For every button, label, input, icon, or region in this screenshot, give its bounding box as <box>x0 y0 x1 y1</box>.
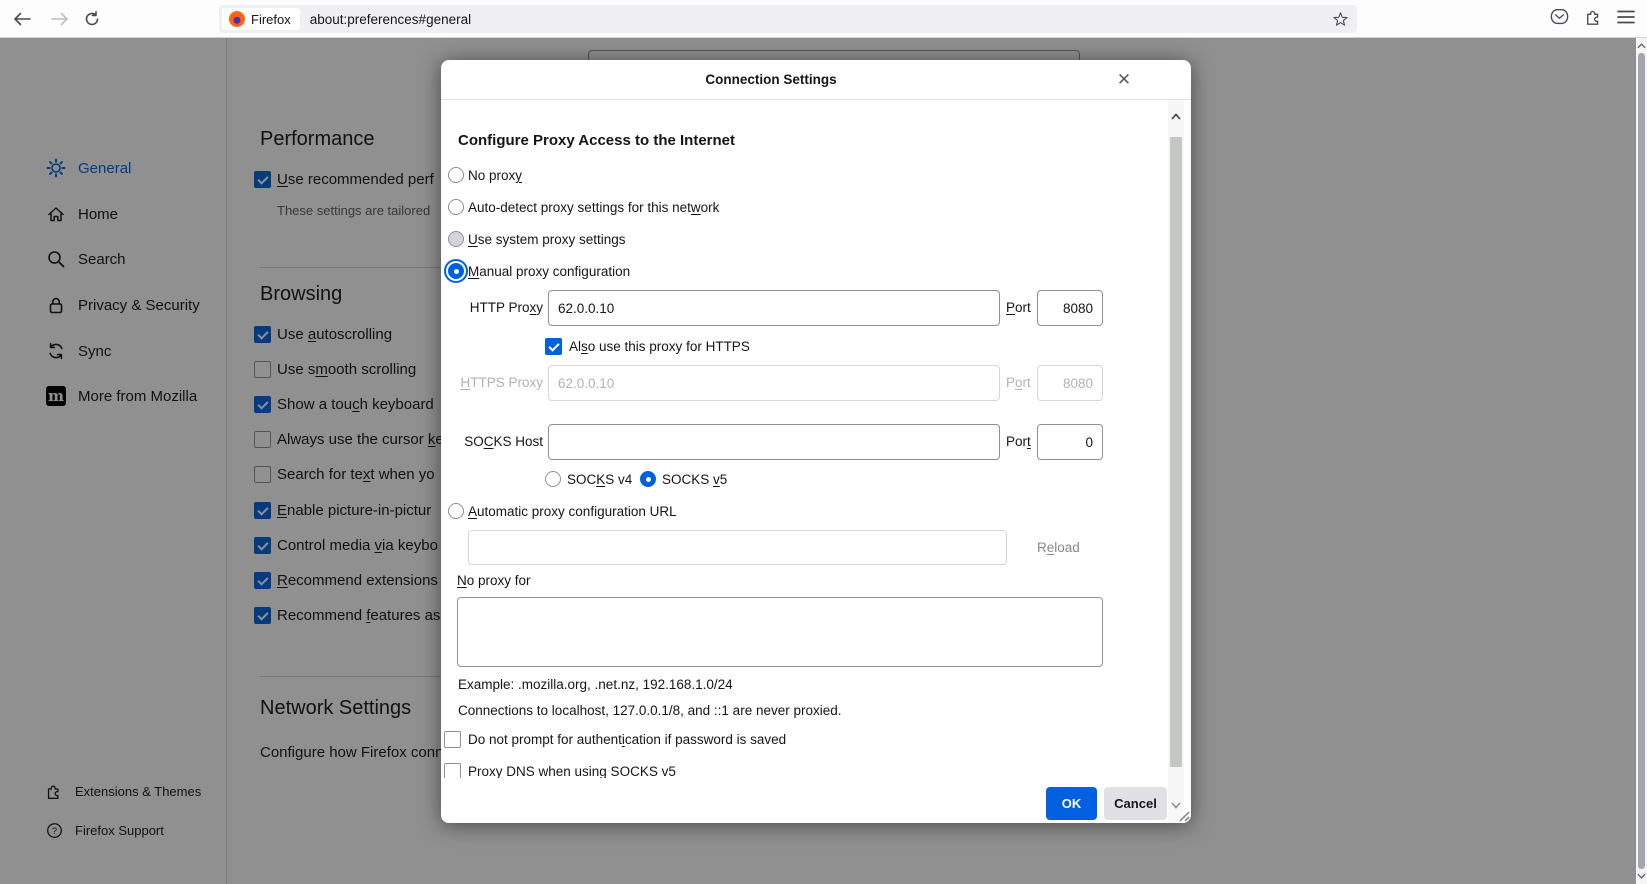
close-icon[interactable]: ✕ <box>1113 69 1135 91</box>
reload-button[interactable]: Reload <box>1037 530 1080 565</box>
radio-label-socks-v5[interactable]: SOCKS v5 <box>662 472 727 487</box>
radio-socks-v5[interactable] <box>640 471 656 487</box>
resize-grip[interactable] <box>1176 808 1190 822</box>
extensions-button[interactable] <box>1585 8 1603 31</box>
auto-url-input <box>468 530 1007 565</box>
https-proxy-label: HTTPS Proxy <box>441 365 543 401</box>
http-port-input[interactable] <box>1037 290 1103 326</box>
radio-auto-detect[interactable] <box>448 199 464 215</box>
back-button[interactable] <box>8 5 36 33</box>
url-bar[interactable]: Firefox about:preferences#general <box>219 5 1357 33</box>
menu-button[interactable] <box>1617 10 1635 29</box>
window-scrollbar[interactable] <box>1636 38 1647 884</box>
socks-port-input[interactable] <box>1037 424 1103 460</box>
checkbox-no-auth-prompt-label[interactable]: Do not prompt for authentication if pass… <box>468 732 786 747</box>
socks-host-input[interactable] <box>548 424 1000 460</box>
site-identity-chip[interactable]: Firefox <box>222 8 300 30</box>
forward-button[interactable] <box>46 5 74 33</box>
checkbox-proxy-dns-label[interactable]: Proxy DNS when using SOCKS v5 <box>468 764 676 779</box>
radio-label-socks-v4[interactable]: SOCKS v4 <box>567 472 632 487</box>
firefox-window: Firefox about:preferences#general <box>0 0 1647 884</box>
radio-label-auto-url[interactable]: Automatic proxy configuration URL <box>468 504 677 519</box>
pocket-button[interactable] <box>1550 8 1569 31</box>
https-port-label: Port <box>1006 365 1031 401</box>
connection-settings-dialog: Connection Settings ✕ Configure Proxy Ac… <box>441 60 1191 823</box>
back-icon <box>13 12 31 26</box>
reload-button[interactable] <box>78 5 106 33</box>
localhost-note: Connections to localhost, 127.0.0.1/8, a… <box>458 703 842 718</box>
dialog-title: Connection Settings <box>705 72 836 87</box>
radio-socks-v4[interactable] <box>545 471 561 487</box>
http-port-label: Port <box>1006 290 1031 326</box>
bookmark-star-button[interactable] <box>1332 11 1349 28</box>
radio-label-no-proxy[interactable]: No proxy <box>468 168 522 183</box>
radio-label-auto-detect[interactable]: Auto-detect proxy settings for this netw… <box>468 200 719 215</box>
checkbox-also-https[interactable] <box>545 338 562 355</box>
scroll-down-icon[interactable] <box>1636 869 1647 883</box>
checkbox-no-auth-prompt[interactable] <box>444 731 461 748</box>
forward-icon <box>51 12 69 26</box>
scroll-up-icon[interactable] <box>1636 39 1647 53</box>
extensions-icon <box>1585 8 1603 26</box>
address-text[interactable]: about:preferences#general <box>310 12 1332 27</box>
http-proxy-input[interactable] <box>548 290 1000 326</box>
https-proxy-input <box>548 365 1000 401</box>
dialog-scrollbar[interactable] <box>1168 100 1184 823</box>
socks-host-label: SOCKS Host <box>441 424 543 460</box>
radio-no-proxy[interactable] <box>448 167 464 183</box>
menu-icon <box>1617 10 1635 24</box>
dialog-footer: OK Cancel <box>441 778 1168 823</box>
reload-icon <box>84 11 100 27</box>
window-scrollbar-thumb[interactable] <box>1638 53 1645 869</box>
no-proxy-for-label: No proxy for <box>457 573 531 588</box>
https-port-input <box>1037 365 1103 401</box>
dialog-scroll-up-icon[interactable] <box>1168 108 1184 124</box>
bookmark-star-icon <box>1332 11 1349 28</box>
cancel-button[interactable]: Cancel <box>1104 787 1167 820</box>
http-proxy-label: HTTP Proxy <box>441 290 543 326</box>
pocket-icon <box>1550 8 1569 26</box>
socks-port-label: Port <box>1006 424 1031 460</box>
checkbox-also-https-label[interactable]: Also use this proxy for HTTPS <box>569 339 750 354</box>
no-proxy-example-note: Example: .mozilla.org, .net.nz, 192.168.… <box>458 677 733 692</box>
browser-toolbar: Firefox about:preferences#general <box>0 0 1647 38</box>
ok-button[interactable]: OK <box>1046 787 1097 820</box>
radio-manual-proxy[interactable] <box>448 263 464 279</box>
radio-system-proxy[interactable] <box>448 231 464 247</box>
radio-label-system-proxy[interactable]: Use system proxy settings <box>468 232 626 247</box>
radio-auto-url[interactable] <box>448 503 464 519</box>
site-identity-label: Firefox <box>251 12 291 27</box>
dialog-scrollbar-thumb[interactable] <box>1170 137 1182 767</box>
proxy-heading: Configure Proxy Access to the Internet <box>458 132 735 149</box>
radio-label-manual-proxy[interactable]: Manual proxy configuration <box>468 264 630 279</box>
firefox-favicon-icon <box>229 11 245 27</box>
no-proxy-for-textarea[interactable] <box>457 597 1103 667</box>
dialog-header: Connection Settings <box>441 60 1191 100</box>
